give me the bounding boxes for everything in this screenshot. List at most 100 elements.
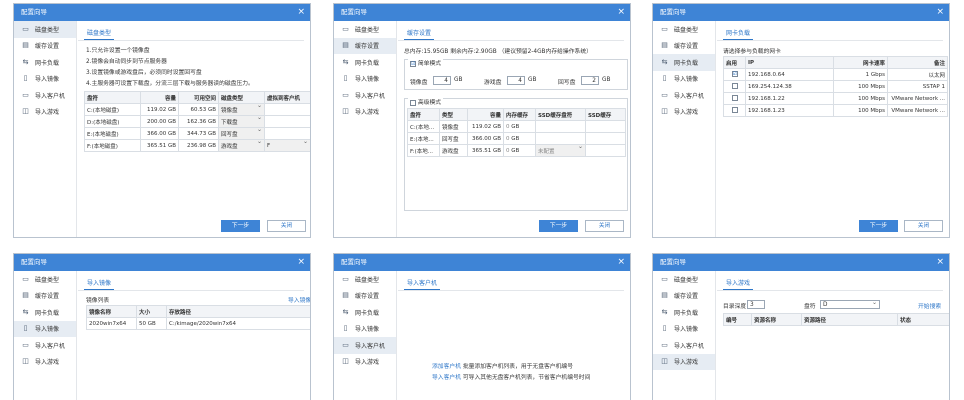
close-button[interactable]: 关闭 (904, 220, 943, 232)
image-cache-input[interactable]: 4 (433, 76, 451, 85)
ssd-cache-cell[interactable] (585, 144, 626, 157)
virtual-cell[interactable] (264, 115, 310, 128)
sidebar-item-network[interactable]: ⇆ 网卡负载 (334, 54, 396, 71)
sidebar-item-network[interactable]: ⇆ 网卡负载 (653, 304, 715, 321)
sidebar-item-image[interactable]: ▯ 导入镜像 (653, 321, 715, 338)
close-icon[interactable]: × (936, 4, 944, 21)
table-row[interactable]: 192.168.1.23 100 Mbps VMware Network ... (723, 104, 948, 117)
table-row[interactable]: C:(本地... 镜像盘 119.02 GB 0 GB (407, 120, 626, 133)
sidebar-item-cache[interactable]: ▤ 缓存设置 (334, 37, 396, 54)
ssd-drive-cell[interactable] (535, 132, 586, 145)
sidebar-item-network[interactable]: ⇆ 网卡负载 (653, 54, 715, 71)
table-row[interactable]: 192.168.1.22 100 Mbps VMware Network ... (723, 92, 948, 105)
memory-cache-cell[interactable]: 0 GB (503, 132, 536, 145)
sidebar-item-client[interactable]: ▭ 导入客户机 (653, 87, 715, 104)
table-row[interactable]: E:(本地磁盘) 366.00 GB 344.73 GB 回写盘 (84, 127, 310, 140)
virtual-cell[interactable] (264, 103, 310, 116)
page-title: 导入客户机 (404, 278, 441, 290)
sidebar-item-game[interactable]: ◫ 导入游戏 (334, 104, 396, 121)
sidebar-item-cache[interactable]: ▤ 缓存设置 (14, 38, 76, 55)
disk-type-select[interactable]: 回写盘 (218, 127, 265, 140)
next-button[interactable]: 下一步 (859, 220, 898, 232)
sidebar-item-client[interactable]: ▭ 导入客户机 (334, 87, 396, 104)
sidebar-item-disk-type[interactable]: ▭ 磁盘类型 (653, 21, 715, 38)
depth-stepper[interactable]: 3 (747, 300, 765, 309)
sidebar-item-game[interactable]: ◫ 导入游戏 (653, 353, 715, 370)
network-icon: ⇆ (342, 57, 349, 66)
import-client-link[interactable]: 导入客户机 (432, 375, 461, 381)
sidebar-item-game[interactable]: ◫ 导入游戏 (334, 354, 396, 371)
table-row[interactable]: 169.254.124.38 100 Mbps SSTAP 1 (723, 80, 948, 93)
ssd-drive-cell[interactable] (535, 120, 586, 133)
virtual-cell[interactable] (264, 127, 310, 140)
advanced-mode-toggle[interactable]: 高级模式 (408, 97, 444, 106)
sidebar-item-image[interactable]: ▯ 导入镜像 (653, 71, 715, 88)
sidebar-item-image[interactable]: ▯ 导入镜像 (14, 320, 76, 337)
game-cache-input[interactable]: 4 (507, 76, 525, 85)
ssd-cache-cell[interactable] (585, 120, 626, 133)
sidebar-item-client[interactable]: ▭ 导入客户机 (14, 337, 76, 354)
sidebar-item-client[interactable]: ▭ 导入客户机 (334, 337, 396, 354)
add-client-link[interactable]: 添加客户机 (432, 364, 461, 370)
checkbox[interactable]: ☑ (410, 60, 416, 67)
writeback-cache-input[interactable]: 2 (581, 76, 599, 85)
column-header: 盘符 (407, 108, 440, 121)
content-area: 缓存设置 总内存:15.95GB 剩余内存:2.90GB （建议预留2-4GB内… (398, 21, 630, 237)
sidebar-item-disk-type[interactable]: ▭ 磁盘类型 (334, 271, 396, 288)
sidebar-item-cache[interactable]: ▤ 缓存设置 (334, 288, 396, 305)
start-search-link[interactable]: 开始搜索 (918, 301, 941, 310)
sidebar-item-image[interactable]: ▯ 导入镜像 (14, 71, 76, 88)
sidebar-item-client[interactable]: ▭ 导入客户机 (14, 87, 76, 104)
next-button[interactable]: 下一步 (221, 220, 260, 232)
close-button[interactable]: 关闭 (585, 220, 624, 232)
ssd-cache-cell[interactable] (585, 132, 626, 145)
memory-cache-cell[interactable]: 0 GB (503, 144, 536, 157)
enable-checkbox[interactable] (731, 95, 738, 102)
table-row[interactable]: C:(本地磁盘) 119.02 GB 60.53 GB 镜像盘 (84, 103, 310, 116)
checkbox[interactable] (410, 99, 416, 106)
wizard-window-image: 配置向导 × ▭ 磁盘类型 ▤ 缓存设置 ⇆ 网卡负载 ▯ 导入镜像 ▭ 导入客户机 ◫ 导入… (13, 253, 311, 400)
table-row[interactable]: E:(本地... 回写盘 366.00 GB 0 GB (407, 132, 626, 145)
sidebar-item-disk-type[interactable]: ▭ 磁盘类型 (653, 271, 715, 288)
sidebar-item-game[interactable]: ◫ 导入游戏 (653, 104, 715, 121)
table-row[interactable]: D:(本地磁盘) 200.00 GB 162.36 GB 下载盘 (84, 115, 310, 128)
enable-checkbox[interactable] (731, 107, 738, 114)
sidebar-item-image[interactable]: ▯ 导入镜像 (334, 71, 396, 88)
sidebar-item-game[interactable]: ◫ 导入游戏 (14, 354, 76, 371)
ssd-drive-select[interactable]: 未配置 (535, 144, 586, 157)
disk-type-select[interactable]: 下载盘 (218, 115, 265, 128)
close-icon[interactable]: × (297, 254, 305, 271)
sidebar-item-game[interactable]: ◫ 导入游戏 (14, 104, 76, 121)
import-image-link[interactable]: 导入镜像 (288, 295, 310, 304)
enable-checkbox[interactable]: ☑ (731, 71, 738, 78)
sidebar-item-network[interactable]: ⇆ 网卡负载 (334, 304, 396, 321)
drive-select[interactable]: D (820, 299, 880, 309)
memory-cache-cell[interactable]: 0 GB (503, 120, 536, 133)
next-button[interactable]: 下一步 (539, 220, 578, 232)
close-icon[interactable]: × (617, 4, 625, 21)
sidebar-item-client[interactable]: ▭ 导入客户机 (653, 337, 715, 354)
sidebar-item-image[interactable]: ▯ 导入镜像 (334, 321, 396, 338)
table-row[interactable]: F:(本地... 游戏盘 365.51 GB 0 GB 未配置 (407, 144, 626, 157)
sidebar-item-disk-type[interactable]: ▭ 磁盘类型 (334, 21, 396, 38)
sidebar-item-network[interactable]: ⇆ 网卡负载 (14, 304, 76, 321)
table-row[interactable]: F:(本地磁盘) 365.51 GB 236.98 GB 游戏盘 F (84, 139, 310, 152)
close-icon[interactable]: × (297, 4, 305, 21)
table-row[interactable]: 2020win7x64 50 GB C:/kimage/2020win7x64 (86, 317, 310, 330)
sidebar-item-network[interactable]: ⇆ 网卡负载 (14, 54, 76, 71)
sidebar-item-cache[interactable]: ▤ 缓存设置 (14, 288, 76, 305)
simple-mode-toggle[interactable]: ☑ 简单模式 (408, 58, 444, 67)
close-button[interactable]: 关闭 (267, 220, 306, 232)
enable-checkbox[interactable] (731, 83, 738, 90)
sidebar-item-cache[interactable]: ▤ 缓存设置 (653, 288, 715, 305)
close-icon[interactable]: × (617, 254, 625, 271)
disk-type-select[interactable]: 镜像盘 (218, 103, 265, 116)
close-icon[interactable]: × (936, 254, 944, 271)
virtual-select[interactable]: F (264, 139, 310, 152)
disk-type-select[interactable]: 游戏盘 (218, 139, 265, 152)
sidebar-item-disk-type[interactable]: ▭ 磁盘类型 (14, 21, 76, 38)
table-row[interactable]: ☑ 192.168.0.64 1 Gbps 以太网 (723, 68, 948, 81)
sidebar-item-disk-type[interactable]: ▭ 磁盘类型 (14, 271, 76, 288)
content-area: 网卡负载 请选择参与负载的网卡 启用 IP 网卡速率 备注 ☑ 192.168.… (717, 21, 949, 237)
sidebar-item-cache[interactable]: ▤ 缓存设置 (653, 38, 715, 55)
